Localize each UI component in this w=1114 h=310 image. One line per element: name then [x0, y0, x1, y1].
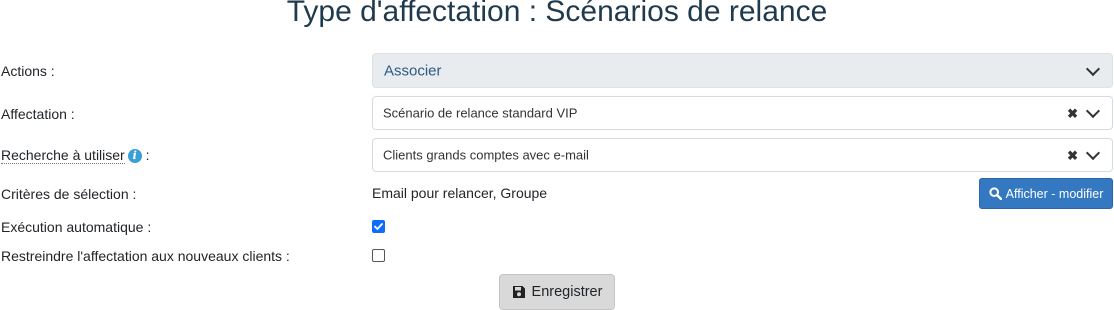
recherche-label: Recherche à utiliser i :	[1, 146, 150, 164]
criteres-label: Critères de sélection :	[1, 186, 137, 202]
chevron-down-icon[interactable]	[1085, 61, 1101, 76]
recherche-label-text: Recherche à utiliser	[1, 147, 125, 164]
chevron-down-icon[interactable]	[1085, 103, 1101, 119]
actions-label: Actions :	[1, 63, 55, 79]
save-button[interactable]: Enregistrer	[499, 274, 615, 310]
search-icon	[989, 187, 1002, 200]
affectation-label: Affectation :	[1, 106, 75, 122]
restreindre-label: Restreindre l'affectation aux nouveaux c…	[1, 248, 290, 264]
restreindre-checkbox[interactable]	[372, 249, 385, 262]
checkmark-icon	[374, 223, 383, 230]
actions-select[interactable]: Associer	[372, 53, 1113, 88]
recherche-select[interactable]: Clients grands comptes avec e-mail ✖	[372, 138, 1113, 172]
afficher-modifier-label: Afficher - modifier	[1005, 186, 1104, 201]
affectation-select[interactable]: Scénario de relance standard VIP ✖	[372, 96, 1113, 130]
floppy-disk-icon	[512, 286, 525, 298]
clear-icon[interactable]: ✖	[1067, 107, 1078, 120]
info-icon[interactable]: i	[127, 149, 142, 163]
save-button-label: Enregistrer	[531, 284, 603, 300]
recherche-label-suffix: :	[145, 147, 150, 163]
chevron-down-icon[interactable]	[1085, 145, 1101, 161]
afficher-modifier-button[interactable]: Afficher - modifier	[979, 178, 1113, 209]
execution-checkbox[interactable]	[372, 220, 385, 233]
clear-icon[interactable]: ✖	[1067, 149, 1078, 162]
criteres-value: Email pour relancer, Groupe	[372, 185, 548, 201]
actions-select-value: Associer	[384, 62, 442, 79]
page-title: Type d'affectation : Scénarios de relanc…	[286, 0, 828, 28]
recherche-select-value: Clients grands comptes avec e-mail	[383, 147, 589, 163]
execution-label: Exécution automatique :	[1, 219, 152, 235]
affectation-select-value: Scénario de relance standard VIP	[383, 105, 578, 121]
